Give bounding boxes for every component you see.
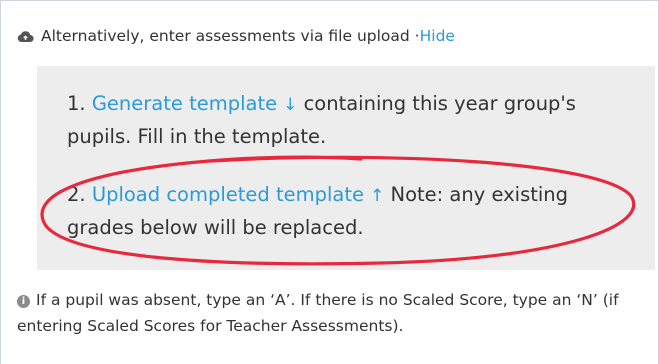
upload-template-link[interactable]: Upload completed template ↑ [92,183,384,206]
info-icon: i [17,295,30,308]
step-generate-template: 1. Generate template ↓ containing this ye… [67,88,612,152]
step-number: 2. [67,183,86,206]
download-arrow-icon: ↓ [283,95,298,115]
file-upload-row: Alternatively, enter assessments via fil… [17,27,455,45]
info-text: If a pupil was absent, type an ‘A’. If t… [17,291,619,335]
upload-arrow-icon: ↑ [370,186,385,206]
step-number: 1. [67,92,86,115]
absence-info-note: i If a pupil was absent, type an ‘A’. If … [17,287,647,339]
assessment-upload-card: Alternatively, enter assessments via fil… [0,0,659,364]
cloud-upload-icon [17,30,34,42]
step-upload-template: 2. Upload completed template ↑ Note: any … [67,179,612,243]
file-upload-intro: Alternatively, enter assessments via fil… [41,27,420,45]
generate-template-link[interactable]: Generate template ↓ [92,92,298,115]
template-steps-panel: 1. Generate template ↓ containing this ye… [37,66,655,270]
hide-link[interactable]: Hide [420,27,455,45]
